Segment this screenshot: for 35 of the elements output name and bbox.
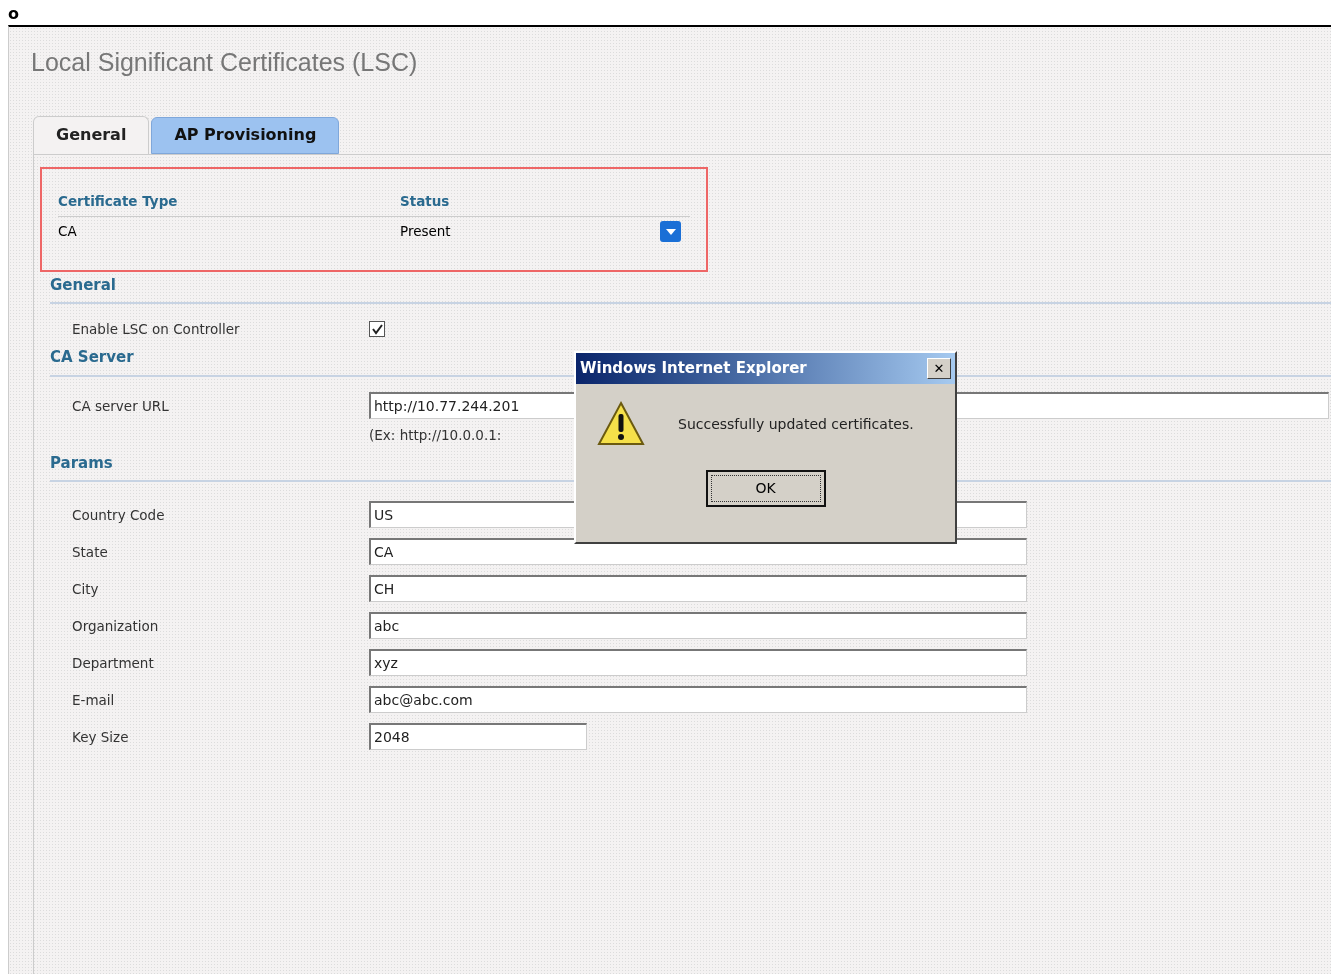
text-field[interactable]: 2048 — [369, 723, 587, 751]
field-label: State — [72, 543, 109, 563]
section-heading: CA Server — [50, 348, 134, 366]
field-label: CA server URL — [72, 396, 170, 416]
text-field[interactable]: CH — [369, 575, 1027, 603]
check-icon — [371, 323, 383, 335]
field-label: City — [72, 580, 100, 600]
dropdown-toggle[interactable] — [660, 221, 681, 242]
tab[interactable]: General — [33, 115, 150, 154]
page-title: Local Significant Certificates (LSC) — [31, 47, 419, 78]
corner-mark: o — [8, 3, 19, 25]
field-label: Organization — [72, 617, 160, 637]
caret-icon — [665, 228, 676, 235]
column-header: Certificate Type — [58, 191, 179, 211]
ok-button[interactable]: OK — [705, 470, 826, 507]
column-header: Status — [400, 191, 450, 211]
field-label: E-mail — [72, 691, 116, 711]
field-label: Country Code — [72, 506, 166, 526]
field-label: Department — [72, 654, 155, 674]
section-heading: Params — [50, 453, 113, 472]
text-field[interactable]: xyz — [369, 649, 1027, 677]
field-label: Enable LSC on Controller — [72, 319, 241, 339]
tab[interactable]: AP Provisioning — [151, 116, 340, 154]
checkbox[interactable] — [369, 321, 385, 337]
field-label: Key Size — [72, 728, 130, 748]
hint-text: (Ex: http://10.0.0.1: — [369, 425, 502, 445]
section-heading: General — [50, 275, 116, 294]
dialog-title: Windows Internet Explorer — [580, 358, 807, 380]
dialog-message: Successfully updated certificates. — [678, 414, 914, 434]
text-field[interactable]: abc@abc.com — [369, 686, 1027, 714]
table-cell-text: Present — [400, 222, 452, 242]
close-button[interactable]: ✕ — [927, 358, 951, 379]
text-field[interactable]: abc — [369, 612, 1027, 640]
table-cell-text: CA — [58, 222, 78, 242]
warning-icon — [596, 400, 646, 448]
